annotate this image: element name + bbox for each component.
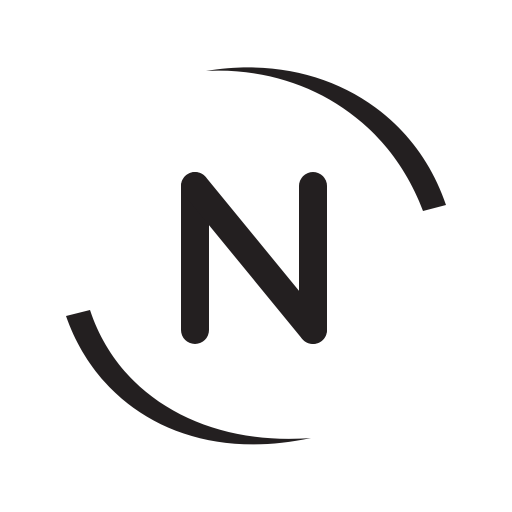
logo-canvas: N [0, 0, 512, 512]
letter-n-glyph [181, 172, 327, 344]
n-circle-swoosh-icon [66, 67, 446, 445]
